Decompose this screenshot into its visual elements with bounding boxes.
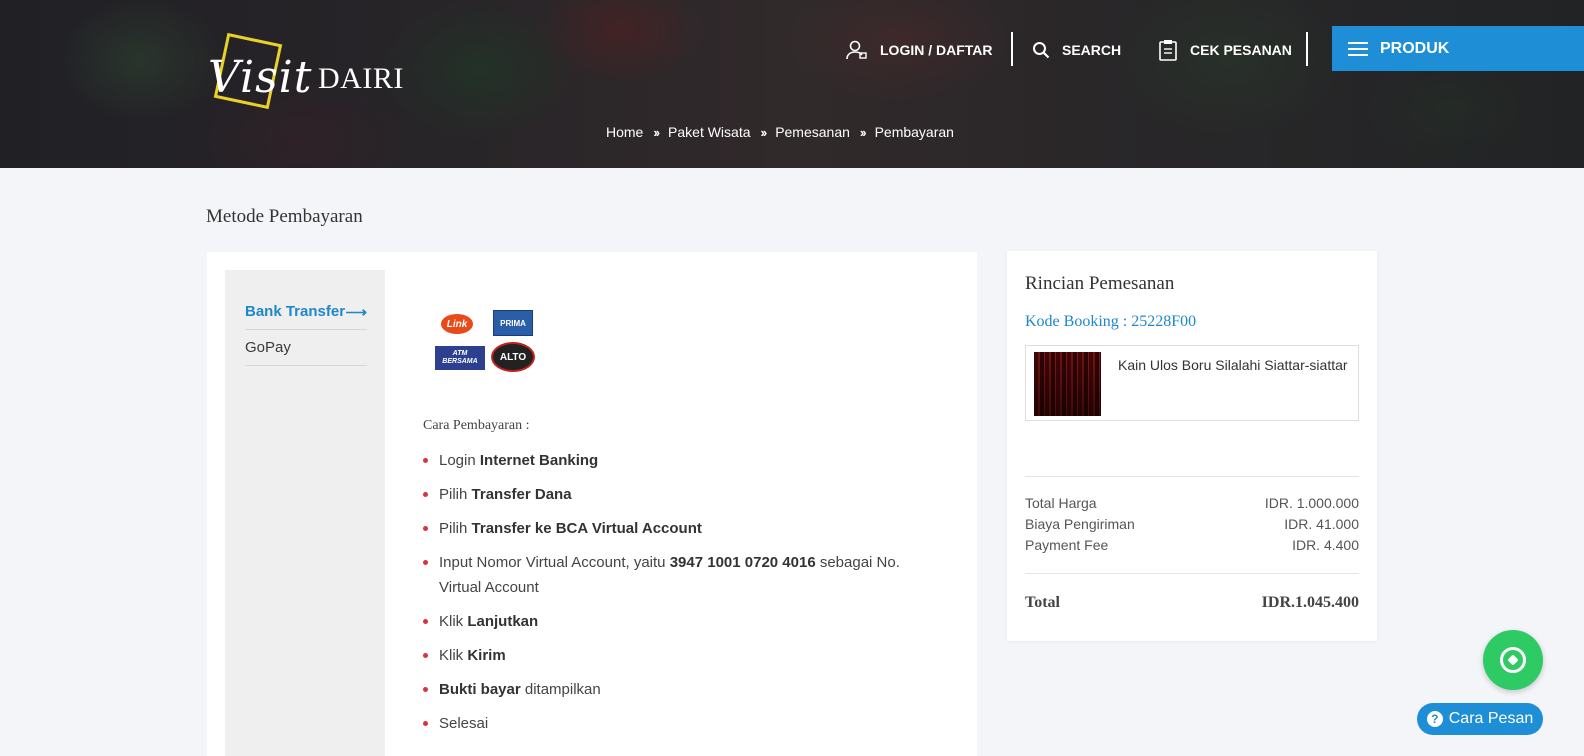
summary-row-total-harga: Total Harga IDR. 1.000.000 [1025, 495, 1359, 511]
link-logo: Link [441, 314, 473, 334]
breadcrumb-home[interactable]: Home [606, 124, 643, 140]
product-item: Kain Ulos Boru Silalahi Siattar-siattar [1025, 345, 1359, 421]
product-name: Kain Ulos Boru Silalahi Siattar-siattar [1118, 357, 1348, 373]
list-item: Selesai [421, 711, 921, 736]
product-image [1034, 352, 1101, 416]
page-title: Metode Pembayaran [206, 206, 363, 227]
user-icon [846, 40, 867, 60]
divider [1025, 476, 1359, 477]
order-summary-card: Rincian Pemesanan Kode Booking : 25228F0… [1007, 251, 1377, 641]
breadcrumb-pemesanan[interactable]: Pemesanan [775, 124, 850, 140]
total-label: Total [1025, 594, 1060, 611]
search-link[interactable]: SEARCH [1032, 36, 1121, 64]
hamburger-icon [1348, 41, 1368, 56]
cek-pesanan-label: CEK PESANAN [1190, 42, 1292, 58]
alto-logo: ALTO [491, 342, 535, 372]
list-item: Input Nomor Virtual Account, yaitu 3947 … [421, 550, 921, 600]
breadcrumb-pembayaran: Pembayaran [874, 124, 954, 140]
summary-title: Rincian Pemesanan [1025, 273, 1175, 294]
total-value: IDR.1.045.400 [1261, 594, 1359, 611]
cek-pesanan-link[interactable]: CEK PESANAN [1158, 36, 1292, 64]
login-link[interactable]: LOGIN / DAFTAR [846, 36, 993, 64]
tab-bank-transfer[interactable]: Bank Transfer ⟶ [245, 294, 367, 330]
produk-menu-button[interactable]: PRODUK [1332, 26, 1584, 71]
tab-gopay-label: GoPay [245, 339, 291, 356]
header-banner: Visit DAIRI LOGIN / DAFTAR SEARCH CEK PE… [0, 0, 1584, 168]
instructions-list: Login Internet Banking Pilih Transfer Da… [421, 448, 921, 745]
whatsapp-button[interactable] [1483, 630, 1543, 690]
tab-gopay[interactable]: GoPay [245, 330, 367, 366]
instructions-title: Cara Pembayaran : [423, 418, 530, 433]
summary-total: Total IDR.1.045.400 [1025, 594, 1359, 612]
prima-logo: PRIMA [493, 310, 533, 336]
atm-bersama-logo: ATM BERSAMA [435, 346, 485, 370]
payment-method-tabs: Bank Transfer ⟶ GoPay [225, 270, 385, 756]
breadcrumb: Home ›› Paket Wisata ›› Pemesanan ›› Pem… [606, 124, 954, 140]
breadcrumb-paket-wisata[interactable]: Paket Wisata [668, 124, 750, 140]
cara-pesan-button[interactable]: ? Cara Pesan [1417, 703, 1543, 735]
question-icon: ? [1426, 711, 1443, 727]
produk-label: PRODUK [1380, 39, 1450, 57]
logo-text: DAIRI [318, 62, 404, 95]
list-item: Bukti bayar ditampilkan [421, 677, 921, 702]
payment-method-card: Bank Transfer ⟶ GoPay Link PRIMA ATM BER… [207, 252, 977, 756]
bank-logos: Link PRIMA ATM BERSAMA ALTO [435, 310, 539, 374]
chevron-double-right-icon: ›› [653, 124, 660, 140]
arrow-right-icon: ⟶ [345, 303, 367, 321]
nav-divider [1306, 32, 1308, 66]
list-item: Klik Kirim [421, 643, 921, 668]
summary-row-biaya-pengiriman: Biaya Pengiriman IDR. 41.000 [1025, 516, 1359, 532]
chevron-double-right-icon: ›› [859, 124, 867, 140]
list-item: Klik Lanjutkan [421, 609, 921, 634]
list-item: Pilih Transfer Dana [421, 482, 921, 507]
chevron-double-right-icon: ›› [760, 124, 768, 140]
search-label: SEARCH [1062, 42, 1122, 58]
login-label: LOGIN / DAFTAR [880, 42, 993, 58]
list-item: Pilih Transfer ke BCA Virtual Account [421, 516, 921, 541]
summary-row-payment-fee: Payment Fee IDR. 4.400 [1025, 537, 1359, 553]
cara-pesan-label: Cara Pesan [1448, 710, 1534, 727]
clipboard-icon [1159, 40, 1177, 61]
divider [1025, 573, 1359, 574]
tab-bank-transfer-label: Bank Transfer [245, 303, 346, 320]
logo-script: Visit [208, 52, 313, 103]
nav-divider [1011, 32, 1013, 66]
search-icon [1033, 42, 1050, 59]
whatsapp-icon [1500, 647, 1526, 673]
booking-code: Kode Booking : 25228F00 [1025, 313, 1197, 330]
site-logo[interactable]: Visit DAIRI [208, 32, 408, 110]
list-item: Login Internet Banking [421, 448, 921, 473]
